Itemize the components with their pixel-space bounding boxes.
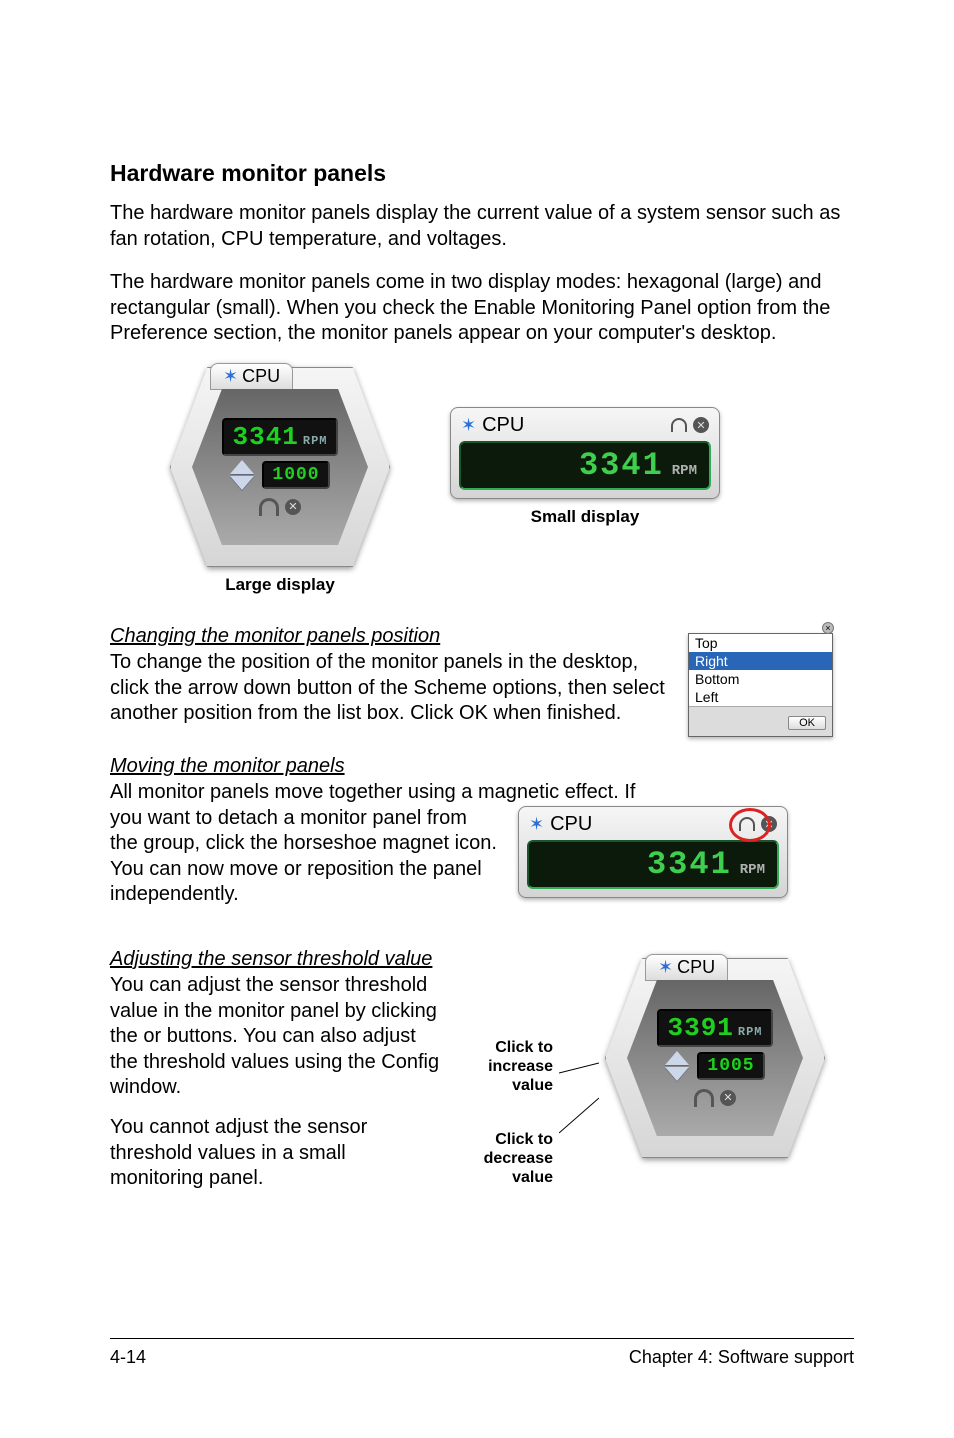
hex-panel-tab[interactable]: ✶ CPU bbox=[210, 363, 293, 390]
close-icon[interactable]: × bbox=[822, 622, 834, 634]
small-unit: RPM bbox=[672, 463, 697, 479]
adjust-threshold: 1005 bbox=[707, 1056, 754, 1076]
callout-lines bbox=[559, 958, 599, 1168]
detach-value-lcd: 3341 RPM bbox=[527, 840, 779, 889]
small-value-lcd: 3341 RPM bbox=[459, 441, 711, 490]
hex-panel-tab[interactable]: ✶ CPU bbox=[645, 954, 728, 981]
callout-decrease: Click to decrease value bbox=[458, 1130, 553, 1188]
small-sensor-name: CPU bbox=[482, 414, 524, 437]
detach-value: 3341 bbox=[647, 846, 732, 883]
adjust-threshold-lcd: 1005 bbox=[697, 1052, 764, 1080]
threshold-down-button[interactable] bbox=[665, 1067, 689, 1081]
hex-threshold: 1000 bbox=[272, 465, 319, 485]
detach-sensor-name: CPU bbox=[550, 813, 592, 836]
small-display-caption: Small display bbox=[450, 507, 720, 527]
adjust-value-lcd: 3391 RPM bbox=[657, 1009, 772, 1047]
magnet-icon[interactable] bbox=[694, 1089, 714, 1107]
threshold-up-button[interactable] bbox=[230, 460, 254, 474]
changing-position-heading: Changing the monitor panels position bbox=[110, 625, 670, 648]
close-icon[interactable]: ✕ bbox=[693, 417, 709, 433]
magnet-icon[interactable] bbox=[739, 817, 755, 831]
page-footer: 4-14 Chapter 4: Software support bbox=[110, 1338, 854, 1368]
hex-threshold-lcd: 1000 bbox=[262, 461, 329, 489]
intro-paragraph-1: The hardware monitor panels display the … bbox=[110, 201, 854, 252]
close-icon[interactable]: ✕ bbox=[761, 816, 777, 832]
adjust-threshold-heading: Adjusting the sensor threshold value bbox=[110, 948, 440, 971]
large-display-caption: Large display bbox=[170, 575, 390, 595]
close-icon[interactable]: ✕ bbox=[285, 499, 301, 515]
adjust-sensor-name: CPU bbox=[677, 957, 715, 978]
large-display-group: ✶ CPU 3341 RPM 1000 bbox=[170, 367, 390, 595]
threshold-up-button[interactable] bbox=[665, 1051, 689, 1065]
moving-panels-heading: Moving the monitor panels bbox=[110, 755, 854, 778]
position-option-right[interactable]: Right bbox=[689, 652, 832, 670]
position-option-left[interactable]: Left bbox=[689, 688, 832, 706]
small-display-group: ✶ CPU ✕ 3341 RPM Small display bbox=[450, 407, 720, 527]
adjust-hex-panel[interactable]: ✶ CPU 3391 RPM 1005 bbox=[605, 958, 825, 1158]
adjust-threshold-body2: You cannot adjust the sensor threshold v… bbox=[110, 1115, 440, 1192]
fan-icon: ✶ bbox=[461, 415, 476, 436]
page-title: Hardware monitor panels bbox=[110, 160, 854, 187]
fan-icon: ✶ bbox=[223, 366, 238, 387]
small-value: 3341 bbox=[579, 447, 664, 484]
hex-sensor-name: CPU bbox=[242, 366, 280, 387]
hex-value: 3341 bbox=[232, 422, 298, 452]
hex-unit: RPM bbox=[303, 434, 328, 448]
small-rect-panel[interactable]: ✶ CPU ✕ 3341 RPM bbox=[450, 407, 720, 499]
position-listbox[interactable]: × Top Right Bottom Left OK bbox=[688, 633, 833, 737]
adjust-threshold-body: You can adjust the sensor threshold valu… bbox=[110, 973, 440, 1101]
close-icon[interactable]: ✕ bbox=[720, 1090, 736, 1106]
changing-position-body: To change the position of the monitor pa… bbox=[110, 650, 670, 727]
position-option-top[interactable]: Top bbox=[689, 634, 832, 652]
hex-value-lcd: 3341 RPM bbox=[222, 418, 337, 456]
magnet-icon[interactable] bbox=[671, 418, 687, 432]
moving-panels-lead: All monitor panels move together using a… bbox=[110, 780, 854, 806]
fan-icon: ✶ bbox=[529, 814, 544, 835]
adjust-unit: RPM bbox=[738, 1025, 763, 1039]
ok-button[interactable]: OK bbox=[788, 716, 826, 730]
detach-unit: RPM bbox=[740, 862, 765, 878]
page-number: 4-14 bbox=[110, 1347, 146, 1368]
detach-rect-panel[interactable]: ✶ CPU ✕ 3341 RPM bbox=[518, 806, 788, 898]
magnet-icon[interactable] bbox=[259, 498, 279, 516]
intro-paragraph-2: The hardware monitor panels come in two … bbox=[110, 270, 854, 347]
threshold-down-button[interactable] bbox=[230, 476, 254, 490]
fan-icon: ✶ bbox=[658, 957, 673, 978]
position-option-bottom[interactable]: Bottom bbox=[689, 670, 832, 688]
chapter-label: Chapter 4: Software support bbox=[629, 1347, 854, 1368]
large-hex-panel[interactable]: ✶ CPU 3341 RPM 1000 bbox=[170, 367, 390, 567]
adjust-value: 3391 bbox=[667, 1013, 733, 1043]
moving-panels-body: you want to detach a monitor panel from … bbox=[110, 806, 500, 908]
callout-increase: Click to increase value bbox=[458, 1038, 553, 1096]
